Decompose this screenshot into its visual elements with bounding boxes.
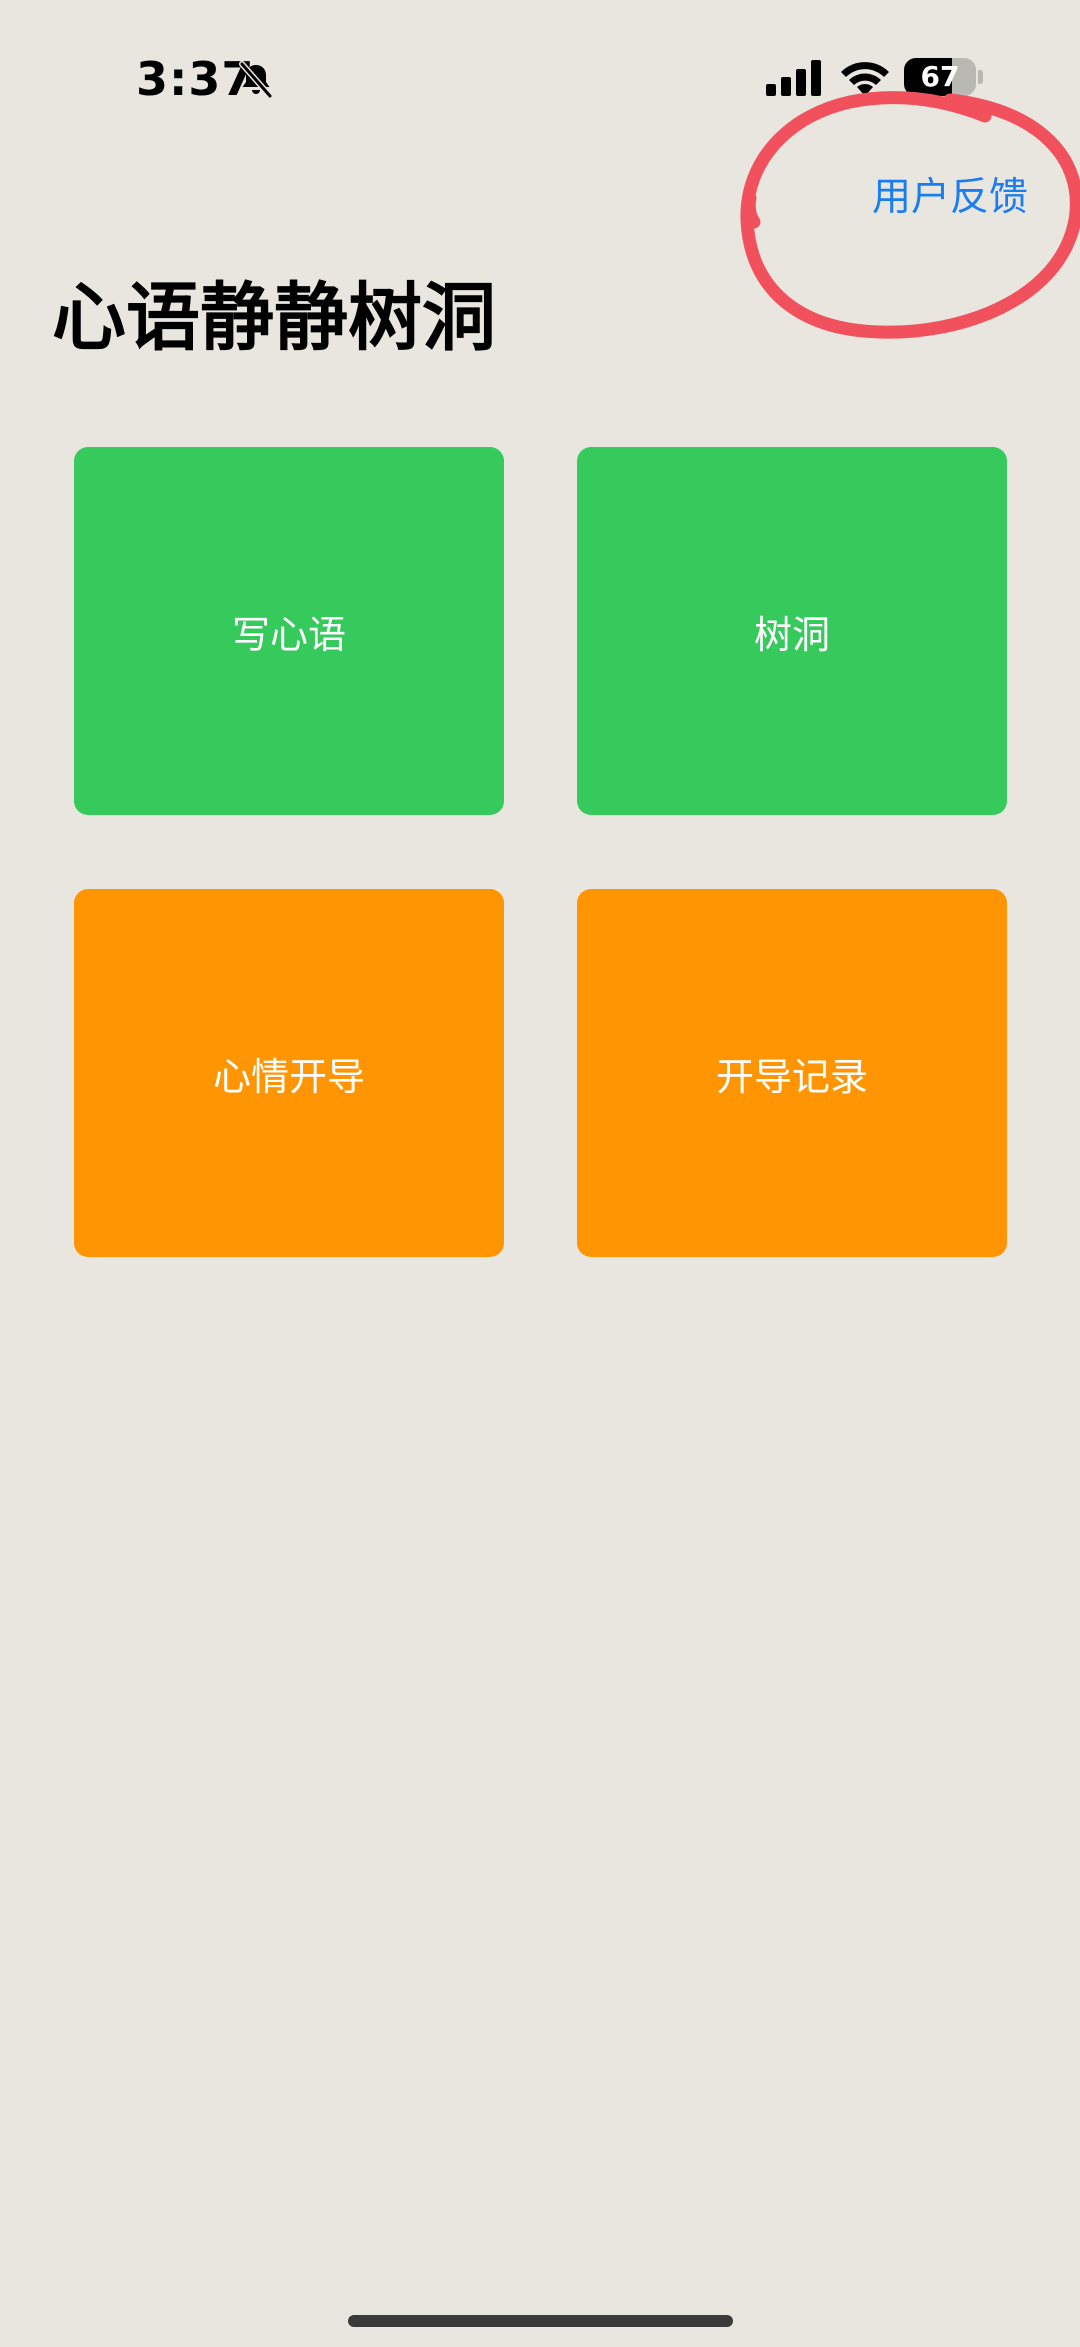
cellular-signal-icon	[766, 60, 821, 96]
bell-slash-icon	[239, 61, 273, 99]
battery-cap	[978, 70, 983, 84]
battery-level: 67	[920, 60, 960, 93]
counseling-records-tile[interactable]: 开导记录	[577, 889, 1007, 1257]
write-heart-words-tile[interactable]: 写心语	[74, 447, 504, 815]
user-feedback-link[interactable]: 用户反馈	[872, 166, 1028, 222]
tree-hole-tile[interactable]: 树洞	[577, 447, 1007, 815]
mood-counseling-tile[interactable]: 心情开导	[74, 889, 504, 1257]
wifi-icon	[841, 62, 889, 96]
home-indicator[interactable]	[348, 2315, 733, 2327]
battery-icon: 67	[904, 58, 976, 96]
page-title: 心语静静树洞	[52, 275, 496, 361]
